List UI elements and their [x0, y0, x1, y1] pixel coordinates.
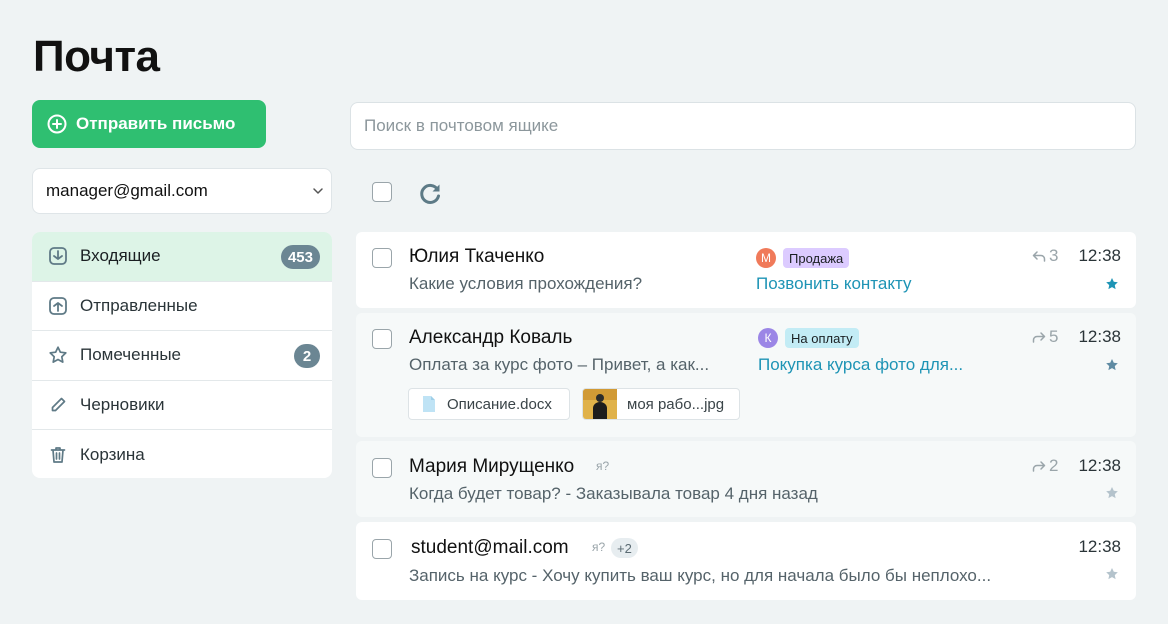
- extra-recipients-badge: +2: [611, 538, 638, 558]
- search-input[interactable]: [350, 102, 1136, 150]
- folder-label: Отправленные: [80, 295, 198, 315]
- counter-value: 2: [1049, 456, 1059, 475]
- star-icon[interactable]: [1105, 486, 1119, 500]
- message-time: 12:38: [1078, 246, 1121, 265]
- message-row[interactable]: Мария Мирущенко я? Когда будет товар? - …: [356, 441, 1136, 517]
- message-preview: Когда будет товар? - Заказывала товар 4 …: [409, 484, 818, 503]
- message-row[interactable]: Юлия Ткаченко Какие условия прохождения?…: [356, 232, 1136, 308]
- folder-sent[interactable]: Отправленные: [32, 282, 332, 331]
- message-sender: Юлия Ткаченко: [409, 246, 545, 267]
- message-preview: Какие условия прохождения?: [409, 274, 643, 293]
- account-select[interactable]: manager@gmail.com: [32, 168, 332, 214]
- deal-link[interactable]: Позвонить контакту: [756, 274, 911, 294]
- chevron-down-icon: [313, 188, 323, 194]
- forward-icon: [1032, 332, 1046, 343]
- folder-drafts[interactable]: Черновики: [32, 381, 332, 430]
- message-checkbox[interactable]: [372, 329, 392, 349]
- folder-label: Входящие: [80, 246, 161, 266]
- folder-label: Помеченные: [80, 345, 182, 365]
- folder-flagged[interactable]: Помеченные 2: [32, 331, 332, 381]
- compose-label: Отправить письмо: [76, 114, 236, 133]
- image-thumbnail: [583, 389, 617, 419]
- file-icon: [423, 396, 435, 412]
- sent-icon: [49, 296, 67, 315]
- reply-counter: 3: [1032, 246, 1058, 266]
- message-preview: Запись на курс - Хочу купить ваш курс, н…: [409, 566, 992, 585]
- flagged-badge: 2: [294, 344, 320, 368]
- star-filled-icon[interactable]: [1105, 358, 1119, 372]
- message-preview: Оплата за курс фото – Привет, а как...: [409, 355, 710, 374]
- star-icon[interactable]: [1105, 567, 1119, 581]
- message-row[interactable]: Александр Коваль Оплата за курс фото – П…: [356, 313, 1136, 437]
- contact-avatar: К: [758, 328, 778, 348]
- counter-value: 5: [1049, 327, 1059, 346]
- attachment[interactable]: Описание.docx: [408, 388, 570, 420]
- message-sender: Мария Мирущенко: [409, 456, 575, 477]
- forward-counter: 2: [1032, 456, 1058, 476]
- star-outline-icon: [49, 346, 67, 364]
- refresh-icon[interactable]: [416, 179, 444, 207]
- folder-trash[interactable]: Корзина: [32, 430, 332, 478]
- inbox-icon: [49, 247, 67, 266]
- page-title: Почта: [33, 32, 160, 81]
- attachment[interactable]: моя рабо...jpg: [582, 388, 740, 420]
- message-sender: Александр Коваль: [409, 327, 573, 348]
- folder-label: Черновики: [80, 394, 165, 414]
- compose-button[interactable]: Отправить письмо: [32, 100, 266, 148]
- pencil-icon: [51, 397, 66, 412]
- star-filled-icon[interactable]: [1105, 277, 1119, 291]
- unknown-contact-icon: я?: [592, 540, 606, 554]
- attachment-name: Описание.docx: [447, 395, 552, 413]
- account-value: manager@gmail.com: [46, 181, 208, 200]
- message-time: 12:38: [1078, 327, 1121, 346]
- plus-circle-icon: [47, 114, 67, 134]
- message-time: 12:38: [1078, 456, 1121, 475]
- message-checkbox[interactable]: [372, 539, 392, 559]
- contact-avatar: М: [756, 248, 776, 268]
- deal-tag: На оплату: [785, 328, 859, 348]
- folder-label: Корзина: [80, 444, 145, 464]
- reply-icon: [1032, 251, 1046, 262]
- message-checkbox[interactable]: [372, 458, 392, 478]
- deal-tag: Продажа: [783, 248, 850, 268]
- attachment-name: моя рабо...jpg: [627, 395, 725, 413]
- folder-inbox[interactable]: Входящие 453: [32, 232, 332, 282]
- message-time: 12:38: [1078, 537, 1121, 556]
- select-all-checkbox[interactable]: [372, 182, 392, 202]
- forward-counter: 5: [1032, 327, 1058, 347]
- deal-link[interactable]: Покупка курса фото для...: [758, 355, 963, 375]
- unread-badge: 453: [280, 245, 320, 269]
- message-sender: student@mail.com: [411, 537, 569, 558]
- message-checkbox[interactable]: [372, 248, 392, 268]
- unknown-contact-icon: я?: [596, 459, 610, 473]
- trash-icon: [50, 446, 66, 463]
- counter-value: 3: [1049, 246, 1059, 265]
- message-row[interactable]: student@mail.com я? +2 Запись на курс - …: [356, 522, 1136, 600]
- forward-icon: [1032, 461, 1046, 472]
- folder-list: Входящие 453 Отправленные Помеченные 2 Ч…: [32, 232, 332, 478]
